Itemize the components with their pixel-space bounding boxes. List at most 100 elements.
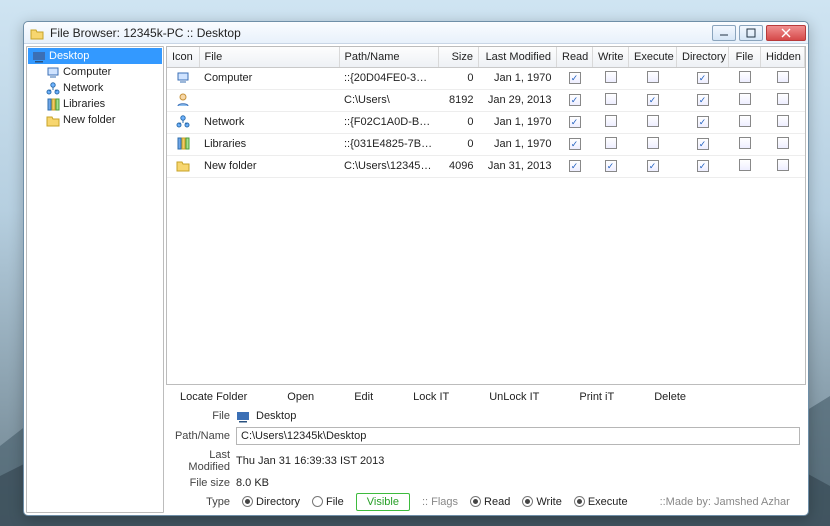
- flags-label: :: Flags: [422, 496, 458, 508]
- checkbox[interactable]: [569, 72, 581, 84]
- table-row[interactable]: Computer::{20D04FE0-3AEA-1069-A2D8-08002…: [167, 67, 805, 89]
- folder-tree[interactable]: Desktop ComputerNetworkLibrariesNew fold…: [26, 46, 164, 513]
- modified-label: Last Modified: [172, 449, 230, 473]
- checkbox[interactable]: [605, 71, 617, 83]
- checkbox[interactable]: [697, 160, 709, 172]
- file-cell: [199, 89, 339, 111]
- type-file-radio[interactable]: File: [312, 496, 344, 508]
- action-delete[interactable]: Delete: [654, 391, 686, 403]
- path-cell: C:\Users\: [339, 89, 439, 111]
- checkbox[interactable]: [647, 115, 659, 127]
- tree-node[interactable]: Libraries: [28, 96, 162, 112]
- table-row[interactable]: New folderC:\Users\12345k\Desktop\New fo…: [167, 155, 805, 177]
- file-label: File: [172, 410, 230, 422]
- checkbox[interactable]: [569, 160, 581, 172]
- file-browser-window: File Browser: 12345k-PC :: Desktop Deskt…: [23, 21, 809, 516]
- checkbox[interactable]: [605, 137, 617, 149]
- table-row[interactable]: C:\Users\8192Jan 29, 2013: [167, 89, 805, 111]
- column-header[interactable]: Write: [593, 47, 629, 67]
- checkbox[interactable]: [739, 159, 751, 171]
- checkbox[interactable]: [647, 71, 659, 83]
- checkbox[interactable]: [605, 115, 617, 127]
- table-row[interactable]: Libraries::{031E4825-7B94-4DC3-B131-E946…: [167, 133, 805, 155]
- tree-node[interactable]: Network: [28, 80, 162, 96]
- titlebar[interactable]: File Browser: 12345k-PC :: Desktop: [24, 22, 808, 44]
- path-field[interactable]: [236, 427, 800, 445]
- tree-node[interactable]: New folder: [28, 112, 162, 128]
- mod-cell: Jan 31, 2013: [479, 155, 557, 177]
- flag-read-radio[interactable]: Read: [470, 496, 510, 508]
- tree-root-desktop[interactable]: Desktop: [28, 48, 162, 64]
- action-open[interactable]: Open: [287, 391, 314, 403]
- file-cell: Network: [199, 111, 339, 133]
- checkbox[interactable]: [777, 159, 789, 171]
- column-header[interactable]: File: [199, 47, 339, 67]
- mod-cell: Jan 1, 1970: [479, 111, 557, 133]
- maximize-button[interactable]: [739, 25, 763, 41]
- minimize-button[interactable]: [712, 25, 736, 41]
- action-lock it[interactable]: Lock IT: [413, 391, 449, 403]
- checkbox[interactable]: [739, 93, 751, 105]
- checkbox[interactable]: [777, 115, 789, 127]
- action-print it[interactable]: Print iT: [579, 391, 614, 403]
- type-directory-radio[interactable]: Directory: [242, 496, 300, 508]
- column-header[interactable]: Execute: [629, 47, 677, 67]
- path-label: Path/Name: [172, 430, 230, 442]
- computer-icon: [46, 65, 60, 79]
- checkbox[interactable]: [647, 160, 659, 172]
- checkbox[interactable]: [777, 93, 789, 105]
- flag-execute-radio[interactable]: Execute: [574, 496, 628, 508]
- action-locate folder[interactable]: Locate Folder: [180, 391, 247, 403]
- path-cell: ::{031E4825-7B94-4DC3-B131-E946B44C8D...: [339, 133, 439, 155]
- file-cell: Computer: [199, 67, 339, 89]
- flag-write-radio[interactable]: Write: [522, 496, 561, 508]
- checkbox[interactable]: [739, 137, 751, 149]
- checkbox[interactable]: [647, 94, 659, 106]
- desktop-icon: [236, 409, 250, 423]
- close-button[interactable]: [766, 25, 806, 41]
- mod-cell: Jan 1, 1970: [479, 133, 557, 155]
- size-value: 8.0 KB: [236, 477, 800, 489]
- visible-button[interactable]: Visible: [356, 493, 410, 511]
- column-header[interactable]: Directory: [677, 47, 729, 67]
- checkbox[interactable]: [605, 160, 617, 172]
- folder-icon: [46, 113, 60, 127]
- action-bar: Locate Folder Open Edit Lock IT UnLock IT Pri…: [166, 385, 806, 407]
- checkbox[interactable]: [697, 116, 709, 128]
- path-cell: C:\Users\12345k\Desktop\New folder: [339, 155, 439, 177]
- checkbox[interactable]: [697, 72, 709, 84]
- modified-value: Thu Jan 31 16:39:33 IST 2013: [236, 455, 800, 467]
- column-header[interactable]: File: [729, 47, 761, 67]
- window-title: File Browser: 12345k-PC :: Desktop: [50, 26, 709, 40]
- action-edit[interactable]: Edit: [354, 391, 373, 403]
- checkbox[interactable]: [739, 71, 751, 83]
- checkbox[interactable]: [739, 115, 751, 127]
- checkbox[interactable]: [605, 93, 617, 105]
- checkbox[interactable]: [569, 116, 581, 128]
- column-header[interactable]: Size: [439, 47, 479, 67]
- mod-cell: Jan 29, 2013: [479, 89, 557, 111]
- checkbox[interactable]: [777, 71, 789, 83]
- file-grid[interactable]: IconFilePath/NameSizeLast ModifiedReadWr…: [166, 46, 806, 385]
- app-icon: [30, 26, 44, 40]
- checkbox[interactable]: [697, 138, 709, 150]
- column-header[interactable]: Last Modified: [479, 47, 557, 67]
- checkbox[interactable]: [697, 94, 709, 106]
- table-row[interactable]: Network::{F02C1A0D-BE21-4350-88B0-7367FC…: [167, 111, 805, 133]
- column-header[interactable]: Icon: [167, 47, 199, 67]
- column-header[interactable]: Hidden: [761, 47, 805, 67]
- network-icon: [46, 81, 60, 95]
- mod-cell: Jan 1, 1970: [479, 67, 557, 89]
- folder-icon: [176, 158, 190, 172]
- checkbox[interactable]: [647, 137, 659, 149]
- size-cell: 8192: [439, 89, 479, 111]
- checkbox[interactable]: [569, 94, 581, 106]
- column-header[interactable]: Path/Name: [339, 47, 439, 67]
- checkbox[interactable]: [569, 138, 581, 150]
- type-label: Type: [172, 496, 230, 508]
- file-cell: New folder: [199, 155, 339, 177]
- checkbox[interactable]: [777, 137, 789, 149]
- column-header[interactable]: Read: [557, 47, 593, 67]
- action-unlock it[interactable]: UnLock IT: [489, 391, 539, 403]
- tree-node[interactable]: Computer: [28, 64, 162, 80]
